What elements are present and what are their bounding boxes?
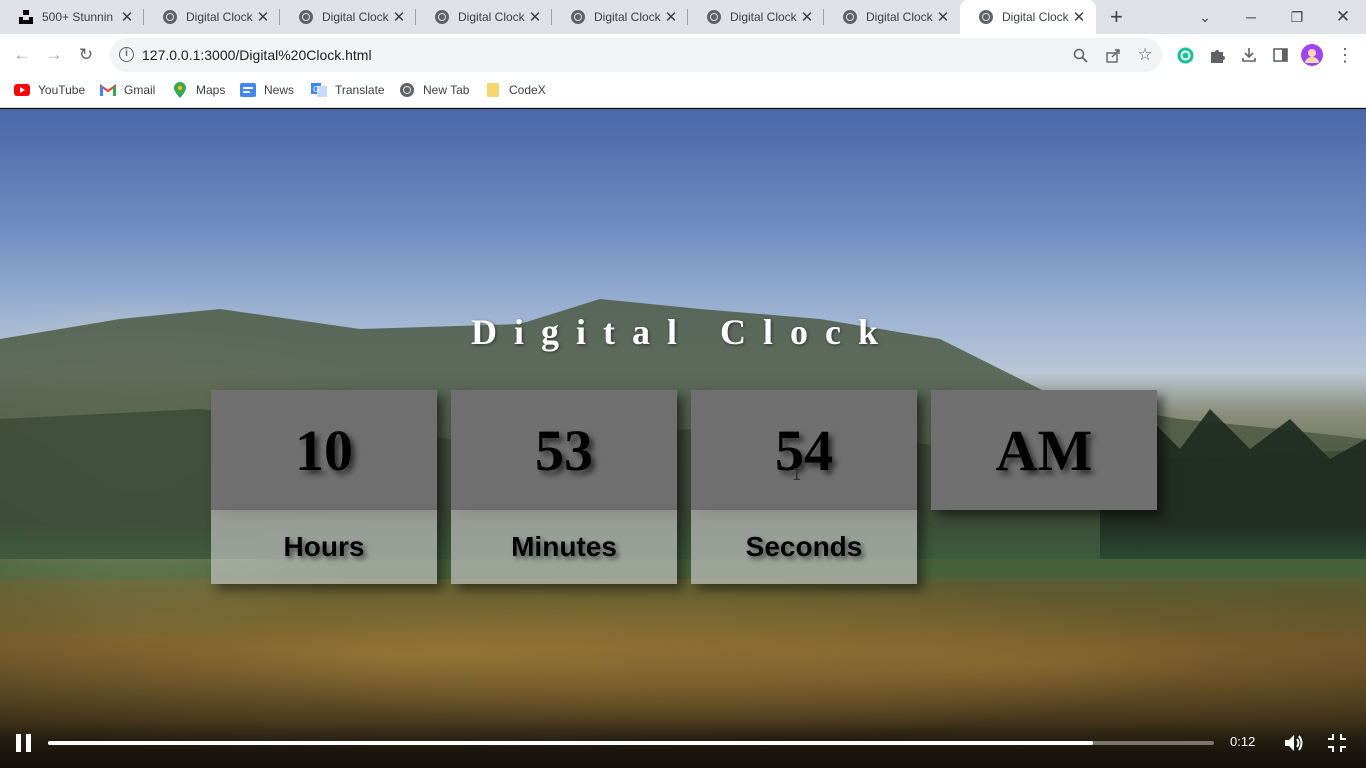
playback-time: 0:12 [1230,734,1256,749]
globe-icon [706,9,722,25]
close-icon[interactable]: ✕ [118,8,136,26]
bookmark-codex[interactable]: CodeX [485,83,546,97]
gmail-icon [100,83,116,97]
tab-7-active[interactable]: Digital Clock ✕ [960,0,1096,34]
globe-icon [162,9,178,25]
maps-icon [172,82,188,98]
profile-avatar[interactable] [1299,42,1325,68]
restore-button[interactable]: ❐ [1274,0,1320,34]
globe-icon [570,9,586,25]
reload-icon[interactable]: ↻ [73,42,99,68]
close-icon[interactable]: ✕ [390,8,408,26]
tab-title: Digital Clock [594,10,661,24]
hours-label: Hours [211,510,437,584]
tab-title: Digital Clock [1002,10,1069,24]
seconds-value: 54 [691,390,917,510]
grammarly-icon[interactable] [1172,42,1198,68]
bookmark-label: News [264,83,295,97]
progress-bar[interactable] [48,741,1214,745]
bookmark-star-icon[interactable]: ☆ [1134,44,1156,66]
globe-icon [842,9,858,25]
youtube-icon [14,83,30,97]
bookmark-label: Translate [335,83,385,97]
bookmark-label: CodeX [509,83,546,97]
globe-icon [399,83,415,97]
tab-title: 500+ Stunnin [42,10,114,24]
period-card: AM [931,390,1157,510]
minutes-label: Minutes [451,510,677,584]
seconds-label: Seconds [691,510,917,584]
tab-0[interactable]: 500+ Stunnin ✕ [0,0,144,34]
tab-title: Digital Clock [458,10,525,24]
tab-5[interactable]: Digital Clock ✕ [688,0,824,34]
bookmark-maps[interactable]: Maps [172,82,226,98]
globe-icon [978,9,994,25]
unsplash-icon [18,9,34,25]
hours-card: 10 Hours [211,390,437,584]
tab-2[interactable]: Digital Clock ✕ [280,0,416,34]
bookmark-label: Maps [196,83,226,97]
minimize-button[interactable]: ─ [1228,0,1274,34]
close-window-button[interactable]: ✕ [1320,0,1366,34]
tab-3[interactable]: Digital Clock ✕ [416,0,552,34]
zoom-icon[interactable] [1069,44,1091,66]
close-icon[interactable]: ✕ [526,8,544,26]
menu-kebab-icon[interactable]: ⋮ [1332,42,1358,68]
share-icon[interactable] [1102,44,1124,66]
close-icon[interactable]: ✕ [254,8,272,26]
bookmark-label: YouTube [38,83,86,97]
forward-arrow-icon[interactable]: → [41,42,67,68]
tab-search-chevron-down-icon[interactable]: ⌄ [1182,0,1228,34]
toolbar: ← → ↻ i 127.0.0.1:3000/Digital%20Clock.h… [0,34,1366,76]
globe-icon [434,9,450,25]
svg-text:G: G [313,85,319,94]
side-panel-icon[interactable] [1267,42,1293,68]
news-icon [240,83,256,97]
new-tab-button[interactable]: + [1110,4,1123,30]
bookmark-label: Gmail [124,83,156,97]
extensions-puzzle-icon[interactable] [1204,42,1230,68]
pause-icon[interactable] [16,734,32,752]
exit-fullscreen-icon[interactable] [1326,732,1348,754]
globe-icon [298,9,314,25]
minutes-card: 53 Minutes [451,390,677,584]
progress-fill [48,741,1093,745]
video-player-controls: 0:12 [0,722,1366,768]
url-text: 127.0.0.1:3000/Digital%20Clock.html [142,47,372,63]
tab-6[interactable]: Digital Clock ✕ [824,0,960,34]
minutes-value: 53 [451,390,677,510]
bookmarks-bar: YouTube Gmail Maps News G Translate New … [0,76,1366,108]
site-info-icon[interactable]: i [119,47,134,62]
tab-title: Digital Clock [186,10,253,24]
page-viewport: Digital Clock 10 Hours 53 Minutes 54 Sec… [0,109,1366,768]
close-icon[interactable]: ✕ [798,8,816,26]
text-cursor-icon: I [792,465,802,484]
tab-1[interactable]: Digital Clock ✕ [144,0,280,34]
folder-icon [485,83,501,97]
bookmark-gmail[interactable]: Gmail [100,83,155,97]
tab-title: Digital Clock [322,10,389,24]
volume-icon[interactable] [1283,732,1305,754]
close-icon[interactable]: ✕ [934,8,952,26]
bookmark-news[interactable]: News [240,83,294,97]
tab-4[interactable]: Digital Clock ✕ [552,0,688,34]
period-value: AM [931,390,1157,510]
tab-title: Digital Clock [730,10,797,24]
back-arrow-icon[interactable]: ← [9,42,35,68]
close-icon[interactable]: ✕ [1070,8,1088,26]
tab-title: Digital Clock [866,10,933,24]
translate-icon: G [311,83,327,97]
download-icon[interactable] [1236,42,1262,68]
address-bar[interactable]: i 127.0.0.1:3000/Digital%20Clock.html ☆ [110,38,1162,72]
close-icon[interactable]: ✕ [662,8,680,26]
seconds-card: 54 Seconds [691,390,917,584]
bookmark-translate[interactable]: G Translate [311,83,385,97]
bookmark-youtube[interactable]: YouTube [14,83,85,97]
tab-strip: 500+ Stunnin ✕ Digital Clock ✕ Digital C… [0,0,1366,34]
hours-value: 10 [211,390,437,510]
page-title: Digital Clock [471,312,895,352]
bookmark-label: New Tab [423,83,470,97]
bookmark-new-tab[interactable]: New Tab [399,83,469,97]
